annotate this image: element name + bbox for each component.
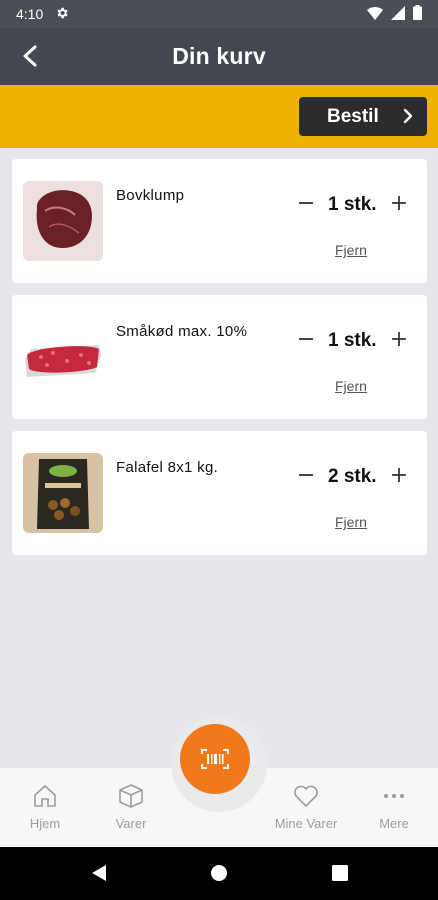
quantity-value: 1 stk. bbox=[328, 194, 377, 215]
product-name: Falafel 8x1 kg. bbox=[116, 459, 219, 476]
plus-icon bbox=[392, 332, 406, 346]
quantity-value: 1 stk. bbox=[328, 330, 377, 351]
app-bar: Din kurv bbox=[0, 28, 438, 85]
product-image-falafel-bag bbox=[23, 453, 103, 533]
remove-link[interactable]: Fjern bbox=[335, 242, 367, 258]
nav-label: Mine Varer bbox=[274, 816, 338, 831]
nav-label: Hjem bbox=[29, 816, 61, 831]
order-button[interactable]: Bestil bbox=[299, 97, 427, 136]
increase-quantity-button[interactable] bbox=[388, 328, 410, 350]
box-icon bbox=[119, 784, 143, 808]
remove-link[interactable]: Fjern bbox=[335, 378, 367, 394]
nav-item-more[interactable]: Mere bbox=[349, 782, 438, 831]
decrease-quantity-button[interactable] bbox=[295, 192, 317, 214]
minus-icon bbox=[299, 338, 313, 340]
nav-label: Mere bbox=[379, 816, 409, 831]
cart-item: Bovklump 1 stk. Fjern bbox=[12, 159, 427, 283]
back-button[interactable] bbox=[14, 40, 46, 72]
back-arrow-icon bbox=[23, 45, 37, 67]
minus-icon bbox=[299, 202, 313, 204]
nav-label: Varer bbox=[115, 816, 147, 831]
settings-gear-icon bbox=[55, 6, 69, 23]
product-image-beef bbox=[23, 181, 103, 261]
scan-barcode-button[interactable] bbox=[180, 724, 250, 794]
chevron-right-icon bbox=[403, 108, 413, 124]
increase-quantity-button[interactable] bbox=[388, 464, 410, 486]
cart-item: Småkød max. 10% 1 stk. Fjern bbox=[12, 295, 427, 419]
status-time: 4:10 bbox=[16, 6, 44, 22]
product-name: Småkød max. 10% bbox=[116, 323, 248, 340]
more-icon bbox=[384, 794, 404, 798]
nav-item-my-products[interactable]: Mine Varer bbox=[261, 782, 351, 831]
minus-icon bbox=[299, 474, 313, 476]
nav-item-home[interactable]: Hjem bbox=[0, 782, 90, 831]
battery-icon bbox=[413, 5, 422, 23]
heart-icon bbox=[294, 785, 318, 807]
product-image-minced-meat bbox=[23, 317, 103, 397]
order-bar: Bestil bbox=[0, 85, 438, 148]
page-title: Din kurv bbox=[172, 43, 266, 69]
plus-icon bbox=[392, 196, 406, 210]
barcode-scan-icon bbox=[201, 749, 229, 769]
system-recents-icon[interactable] bbox=[331, 863, 349, 883]
home-icon bbox=[34, 785, 56, 807]
nav-item-products[interactable]: Varer bbox=[86, 782, 176, 831]
decrease-quantity-button[interactable] bbox=[295, 464, 317, 486]
remove-link[interactable]: Fjern bbox=[335, 514, 367, 530]
quantity-value: 2 stk. bbox=[328, 466, 377, 487]
increase-quantity-button[interactable] bbox=[388, 192, 410, 214]
product-name: Bovklump bbox=[116, 187, 185, 204]
status-bar: 4:10 bbox=[0, 0, 438, 28]
cart-item: Falafel 8x1 kg. 2 stk. Fjern bbox=[12, 431, 427, 555]
wifi-icon bbox=[367, 6, 383, 23]
order-button-label: Bestil bbox=[327, 105, 379, 127]
plus-icon bbox=[392, 468, 406, 482]
decrease-quantity-button[interactable] bbox=[295, 328, 317, 350]
system-home-icon[interactable] bbox=[210, 863, 228, 883]
cell-signal-icon bbox=[391, 5, 405, 23]
system-back-icon[interactable] bbox=[90, 863, 108, 883]
system-navigation-bar bbox=[0, 847, 438, 900]
